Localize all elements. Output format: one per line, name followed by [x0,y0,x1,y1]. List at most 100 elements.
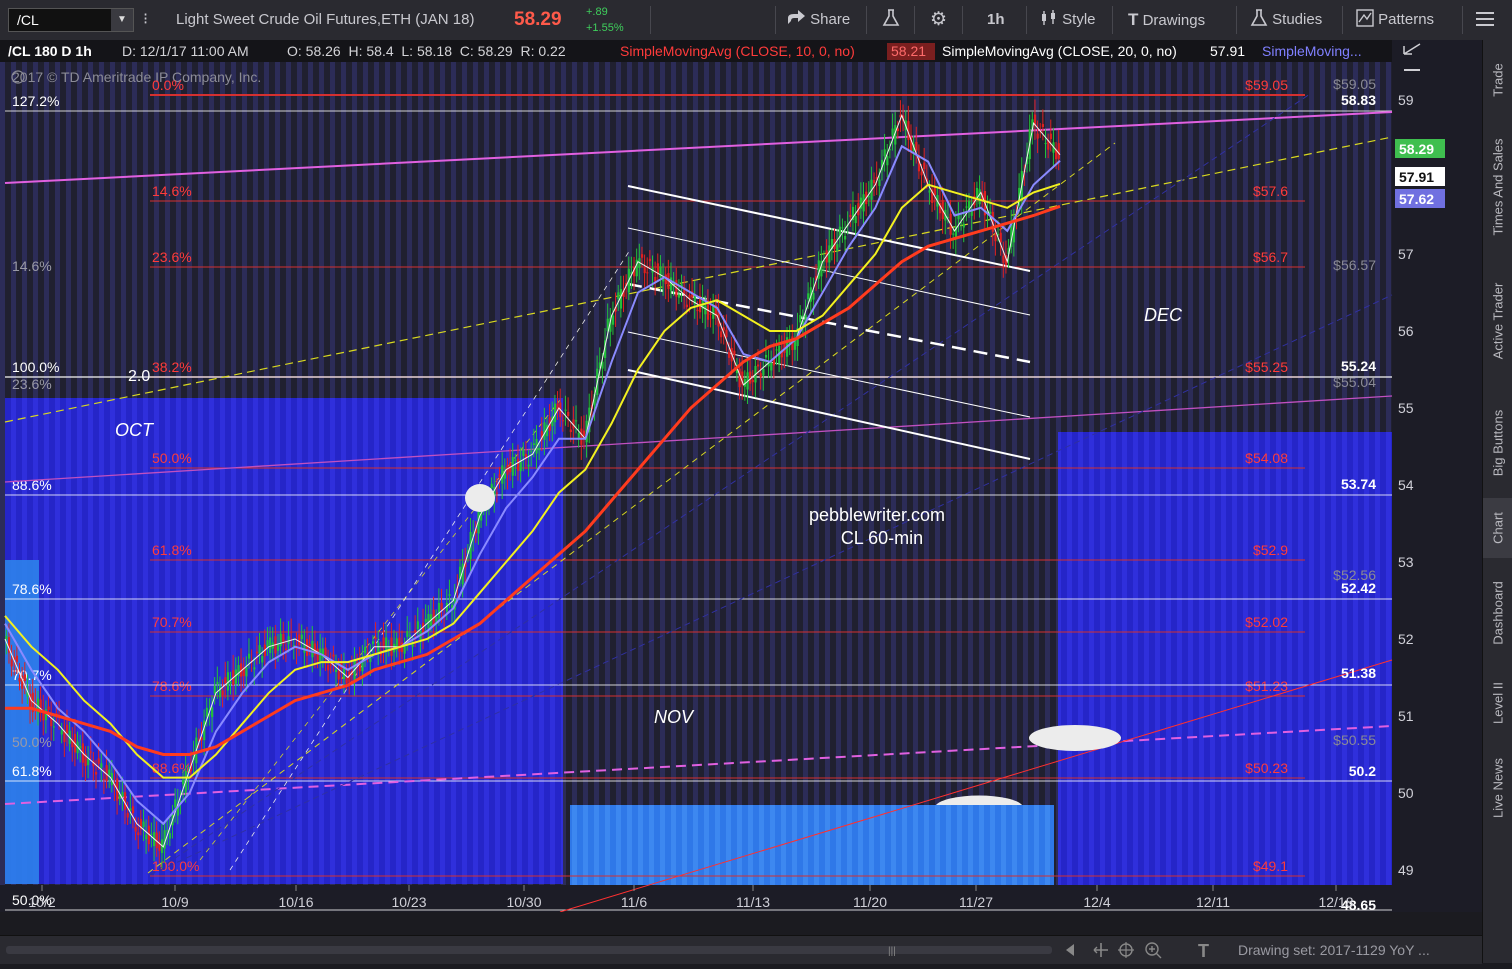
crosshair-icon[interactable] [1118,942,1134,958]
candle-body [94,772,98,775]
price-badge: 57.62 [1399,191,1434,207]
candle-body [60,730,63,735]
chart-area[interactable]: /CL 180 D 1h D: 12/1/17 11:00 AM O: 58.2… [0,40,1482,913]
instrument-description: Light Sweet Crude Oil Futures,ETH (JAN 1… [176,11,475,28]
candle-body [52,726,55,728]
sidebar-item-trade[interactable]: Trade [1483,40,1512,120]
candle-body [411,644,414,647]
candle-body [276,643,280,651]
x-tick-label: 12/11 [1196,894,1230,910]
fib-price-grey: $59.05 [1333,76,1376,92]
candle-body [1036,133,1039,139]
candle-body [414,629,417,633]
candle-body [448,594,451,596]
candle-body [324,647,327,656]
october-highlight [5,560,39,884]
fib-price-grey: $56.57 [1333,257,1376,273]
candle-body [828,245,831,263]
divider [650,6,651,34]
candle-body [224,677,227,684]
divider [962,6,963,34]
sma20-label: SimpleMovingAvg (CLOSE, 20, 0, no) [942,43,1177,59]
x-tick-label: 11/6 [621,894,647,910]
candle-body [108,769,111,775]
bottom-tools: ||| T Drawing set: 2017-1129 YoY ... [6,941,1430,961]
price-badge: 51.38 [1341,665,1376,681]
sidebar-item-active-trader[interactable]: Active Trader [1483,254,1512,388]
sidebar-item-level-ii[interactable]: Level II [1483,668,1512,738]
fib-price-red: $57.6 [1253,183,1288,199]
symbol-selector[interactable]: /CL ▼ [8,8,134,32]
sidebar-item-big-buttons[interactable]: Big Buttons [1483,388,1512,498]
studies-flask-button[interactable] [882,0,900,40]
sidebar-item-times-and-sales[interactable]: Times And Sales [1483,120,1512,254]
y-tick-label: 59 [1398,92,1414,108]
gear-icon[interactable]: ⚙ [930,0,947,40]
candle-body [253,667,256,670]
sma10-label: SimpleMovingAvg (CLOSE, 10, 0, no) [620,43,855,59]
candle-body [538,448,541,451]
menu-icon[interactable] [1476,0,1494,40]
candle-body [269,637,272,653]
candle-body [371,641,375,644]
candle-body [23,674,26,682]
candle-body [519,461,522,472]
candle-body [168,833,172,839]
candle-body [720,331,723,338]
fib-price-grey: $50.55 [1333,732,1376,748]
price-chart[interactable]: /CL 180 D 1h D: 12/1/17 11:00 AM O: 58.2… [0,40,1482,913]
sma3-label: SimpleMoving... [1262,43,1362,59]
candle-body [867,196,870,198]
fib-pct-white: 78.6% [12,581,52,597]
candle-body [915,141,918,151]
candle-body [211,707,214,717]
fib-price-grey: $55.04 [1333,374,1376,390]
candles-icon [1042,10,1055,25]
candle-body [841,227,844,229]
highlight-circle [465,484,495,512]
divider [1236,6,1237,34]
scroll-left-icon[interactable] [1066,944,1074,956]
candle-body [495,492,499,494]
bar-date: D: 12/1/17 11:00 AM [122,43,249,59]
candle-body [749,371,752,384]
pan-icon[interactable] [1093,943,1108,957]
candle-body [416,621,419,630]
y-tick-label: 52 [1398,631,1414,647]
candle-body [490,483,493,489]
candle-body [582,430,586,437]
studies-button[interactable]: Studies [1250,0,1322,40]
candle-body [345,678,348,684]
candle-body [403,646,406,654]
patterns-button[interactable]: Patterns [1356,0,1434,40]
drawing-set[interactable]: Drawing set: 2017-1129 YoY ... [1238,942,1430,958]
interval-button[interactable]: 1h [987,0,1005,40]
text-tool-icon[interactable]: T [1198,941,1209,961]
style-button[interactable]: Style [1040,0,1096,40]
candle-body [873,180,876,184]
candle-body [1057,143,1060,159]
x-tick-label: 10/2 [28,894,55,910]
fib-pct-red: 14.6% [152,183,192,199]
candle-body [79,746,82,749]
candle-body [15,655,19,662]
sidebar-item-dashboard[interactable]: Dashboard [1483,558,1512,668]
candle-body [335,669,338,672]
share-button[interactable]: Share [786,0,850,40]
drawings-button[interactable]: T Drawings [1128,0,1205,40]
candle-body [751,379,754,383]
sidebar-item-chart[interactable]: Chart [1483,498,1512,558]
chevron-down-icon[interactable]: ▼ [111,9,133,31]
sidebar-item-live-news[interactable]: Live News [1483,738,1512,838]
sma10-value: 58.21 [891,43,926,59]
link-icon[interactable]: ⁝ [143,0,148,40]
candle-body [696,309,699,312]
candle-body [849,214,852,218]
candle-body [369,657,372,662]
zoom-icon[interactable] [1145,942,1162,959]
candle-body [725,329,728,338]
candle-body [685,304,688,308]
candle-body [564,409,567,411]
candle-body [142,821,145,828]
candle-body [406,631,409,637]
